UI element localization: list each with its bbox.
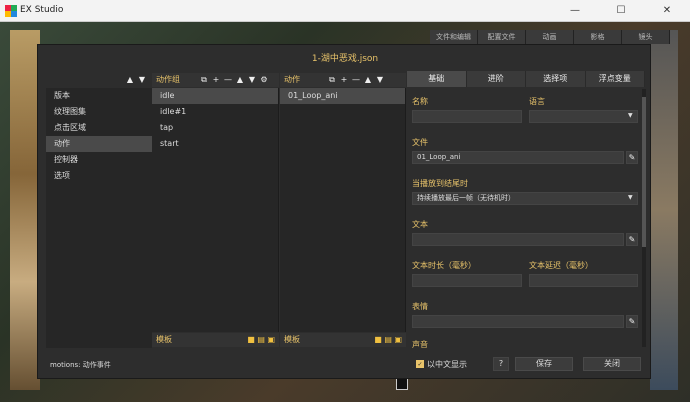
- template-icons[interactable]: ■ ▤ ▣: [247, 333, 275, 347]
- remove-icon[interactable]: —: [222, 73, 234, 87]
- groups-controls: ⧉ + — ▲ ▼ ⚙: [198, 73, 270, 87]
- edit-expression-icon[interactable]: ✎: [626, 315, 638, 328]
- template-label: 模板: [284, 335, 300, 344]
- template-icons[interactable]: ■ ▤ ▣: [374, 333, 402, 347]
- property-tabs: 基础 进阶 选择项 浮点变量: [407, 71, 645, 87]
- list-item[interactable]: 纹理图集: [46, 104, 152, 120]
- background-artwork: [10, 30, 40, 390]
- actions-footer: 模板 ■ ▤ ▣: [280, 333, 406, 347]
- end-label: 当播放到结尾时: [412, 179, 468, 188]
- remove-icon[interactable]: —: [350, 73, 362, 87]
- sound-label: 声音: [412, 340, 428, 349]
- expression-field[interactable]: [412, 315, 624, 328]
- scrollbar-thumb[interactable]: [642, 97, 646, 247]
- window-title: EX Studio: [20, 5, 64, 15]
- copy-icon[interactable]: ⧉: [326, 73, 338, 87]
- groups-footer: 模板 ■ ▤ ▣: [152, 333, 279, 347]
- list-item[interactable]: 动作: [46, 136, 152, 152]
- copy-icon[interactable]: ⧉: [198, 73, 210, 87]
- edit-file-icon[interactable]: ✎: [626, 151, 638, 164]
- add-icon[interactable]: +: [210, 73, 222, 87]
- language-select[interactable]: [529, 110, 638, 123]
- gear-icon[interactable]: ⚙: [258, 73, 270, 87]
- bg-tab[interactable]: 文件和编辑: [430, 30, 478, 44]
- end-select[interactable]: 持续播放最后一帧（无待机时）: [412, 192, 638, 205]
- move-up-icon[interactable]: ▲: [124, 73, 136, 87]
- tab-advanced[interactable]: 进阶: [466, 71, 526, 87]
- close-window-button[interactable]: ✕: [644, 0, 690, 22]
- text-label: 文本: [412, 220, 428, 229]
- delay-field[interactable]: [529, 274, 638, 287]
- tab-float-vars[interactable]: 浮点变量: [585, 71, 645, 87]
- list-item[interactable]: 选项: [46, 168, 152, 184]
- close-button[interactable]: 关闭: [583, 357, 641, 371]
- name-label: 名称: [412, 97, 428, 106]
- list-item[interactable]: 01_Loop_ani: [280, 88, 405, 104]
- chevron-down-icon: ▼: [628, 194, 633, 201]
- status-text: motions: 动作事件: [50, 361, 111, 369]
- delay-label: 文本延迟（毫秒）: [529, 261, 593, 270]
- category-list: 版本 纹理图集 点击区域 动作 控制器 选项: [46, 88, 152, 348]
- list-item[interactable]: idle: [152, 88, 278, 104]
- maximize-button[interactable]: ☐: [598, 0, 644, 22]
- name-field[interactable]: [412, 110, 522, 123]
- save-button[interactable]: 保存: [515, 357, 573, 371]
- background-tabs: 文件和编辑 配置文件 动画 影格 镜头: [430, 30, 670, 44]
- tab-basic[interactable]: 基础: [407, 71, 467, 87]
- scrollbar[interactable]: [642, 89, 646, 347]
- list-item[interactable]: 版本: [46, 88, 152, 104]
- move-up-icon[interactable]: ▲: [234, 73, 246, 87]
- move-down-icon[interactable]: ▼: [246, 73, 258, 87]
- help-button[interactable]: ?: [493, 357, 509, 371]
- title-bar: EX Studio — ☐ ✕: [0, 0, 690, 22]
- language-label: 语言: [529, 97, 545, 106]
- dialog-title: 1-湖中恶戏.json: [311, 54, 379, 64]
- duration-label: 文本时长（毫秒）: [412, 261, 476, 270]
- actions-list: 01_Loop_ani: [280, 88, 406, 332]
- template-label: 模板: [156, 335, 172, 344]
- list-item[interactable]: tap: [152, 120, 278, 136]
- list-item[interactable]: idle#1: [152, 104, 278, 120]
- minimize-button[interactable]: —: [552, 0, 598, 22]
- actions-controls: ⧉ + — ▲ ▼: [326, 73, 386, 87]
- duration-field[interactable]: [412, 274, 522, 287]
- file-label: 文件: [412, 138, 428, 147]
- app-icon: [5, 5, 17, 17]
- move-down-icon[interactable]: ▼: [374, 73, 386, 87]
- background-artwork-right: [650, 30, 678, 390]
- property-form: 名称 语言 ▼ 文件 01_Loop_ani ✎ 当播放到结尾时 持续播放最后一…: [407, 88, 645, 349]
- checkbox-label: 以中文显示: [427, 360, 467, 369]
- list-item[interactable]: 控制器: [46, 152, 152, 168]
- tab-options[interactable]: 选择项: [526, 71, 586, 87]
- bg-tab[interactable]: 动画: [526, 30, 574, 44]
- list-item[interactable]: 点击区域: [46, 120, 152, 136]
- chevron-down-icon: ▼: [628, 112, 633, 119]
- left-controls: ▲ ▼: [124, 73, 148, 87]
- motion-dialog: 1-湖中恶戏.json ▲ ▼ 版本 纹理图集 点击区域 动作 控制器 选项 动作…: [37, 44, 651, 379]
- bg-tab[interactable]: 镜头: [622, 30, 670, 44]
- text-field[interactable]: [412, 233, 624, 246]
- file-field[interactable]: 01_Loop_ani: [412, 151, 624, 164]
- move-down-icon[interactable]: ▼: [136, 73, 148, 87]
- list-item[interactable]: start: [152, 136, 278, 152]
- move-up-icon[interactable]: ▲: [362, 73, 374, 87]
- bg-tab[interactable]: 配置文件: [478, 30, 526, 44]
- expression-label: 表情: [412, 302, 428, 311]
- groups-list: idle idle#1 tap start: [152, 88, 279, 332]
- chinese-display-checkbox[interactable]: ✓: [416, 360, 424, 368]
- add-icon[interactable]: +: [338, 73, 350, 87]
- edit-text-icon[interactable]: ✎: [626, 233, 638, 246]
- bg-tab[interactable]: 影格: [574, 30, 622, 44]
